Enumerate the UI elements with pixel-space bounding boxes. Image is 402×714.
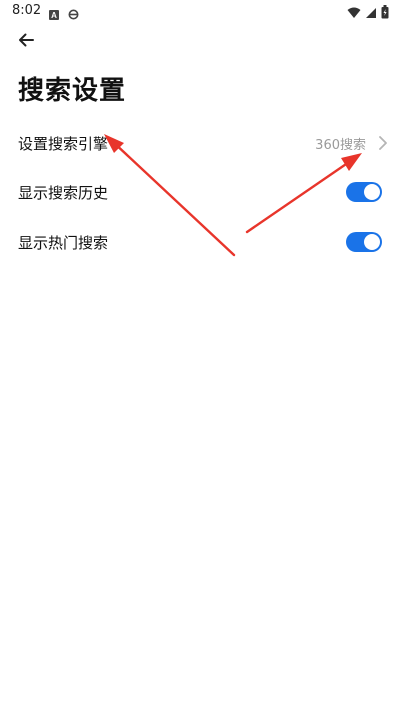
search-engine-setting[interactable]: 设置搜索引擎 360搜索 bbox=[0, 119, 402, 167]
battery-icon bbox=[381, 4, 389, 23]
search-engine-label: 设置搜索引擎 bbox=[18, 134, 109, 153]
hot-search-toggle[interactable] bbox=[346, 232, 382, 252]
arrow-left-icon bbox=[16, 30, 36, 54]
toggle-knob bbox=[364, 234, 380, 250]
page-title: 搜索设置 bbox=[18, 76, 127, 106]
wifi-icon bbox=[347, 4, 361, 23]
back-button[interactable] bbox=[12, 28, 40, 56]
svg-text:A: A bbox=[51, 11, 57, 20]
chevron-right-icon bbox=[378, 135, 388, 155]
annotation-arrows bbox=[104, 134, 362, 257]
search-history-toggle[interactable] bbox=[346, 182, 382, 202]
hot-search-setting: 显示热门搜索 bbox=[0, 218, 402, 266]
search-history-setting: 显示搜索历史 bbox=[0, 168, 402, 216]
a-icon: A bbox=[49, 5, 59, 24]
status-bar: 8:02 A bbox=[0, 0, 402, 24]
toggle-knob bbox=[364, 184, 380, 200]
status-time: 8:02 bbox=[12, 3, 42, 18]
hot-search-label: 显示热门搜索 bbox=[18, 233, 109, 252]
signal-icon bbox=[365, 4, 377, 23]
search-history-label: 显示搜索历史 bbox=[18, 183, 109, 202]
sync-icon bbox=[68, 5, 79, 24]
search-engine-value: 360搜索 bbox=[315, 137, 366, 153]
